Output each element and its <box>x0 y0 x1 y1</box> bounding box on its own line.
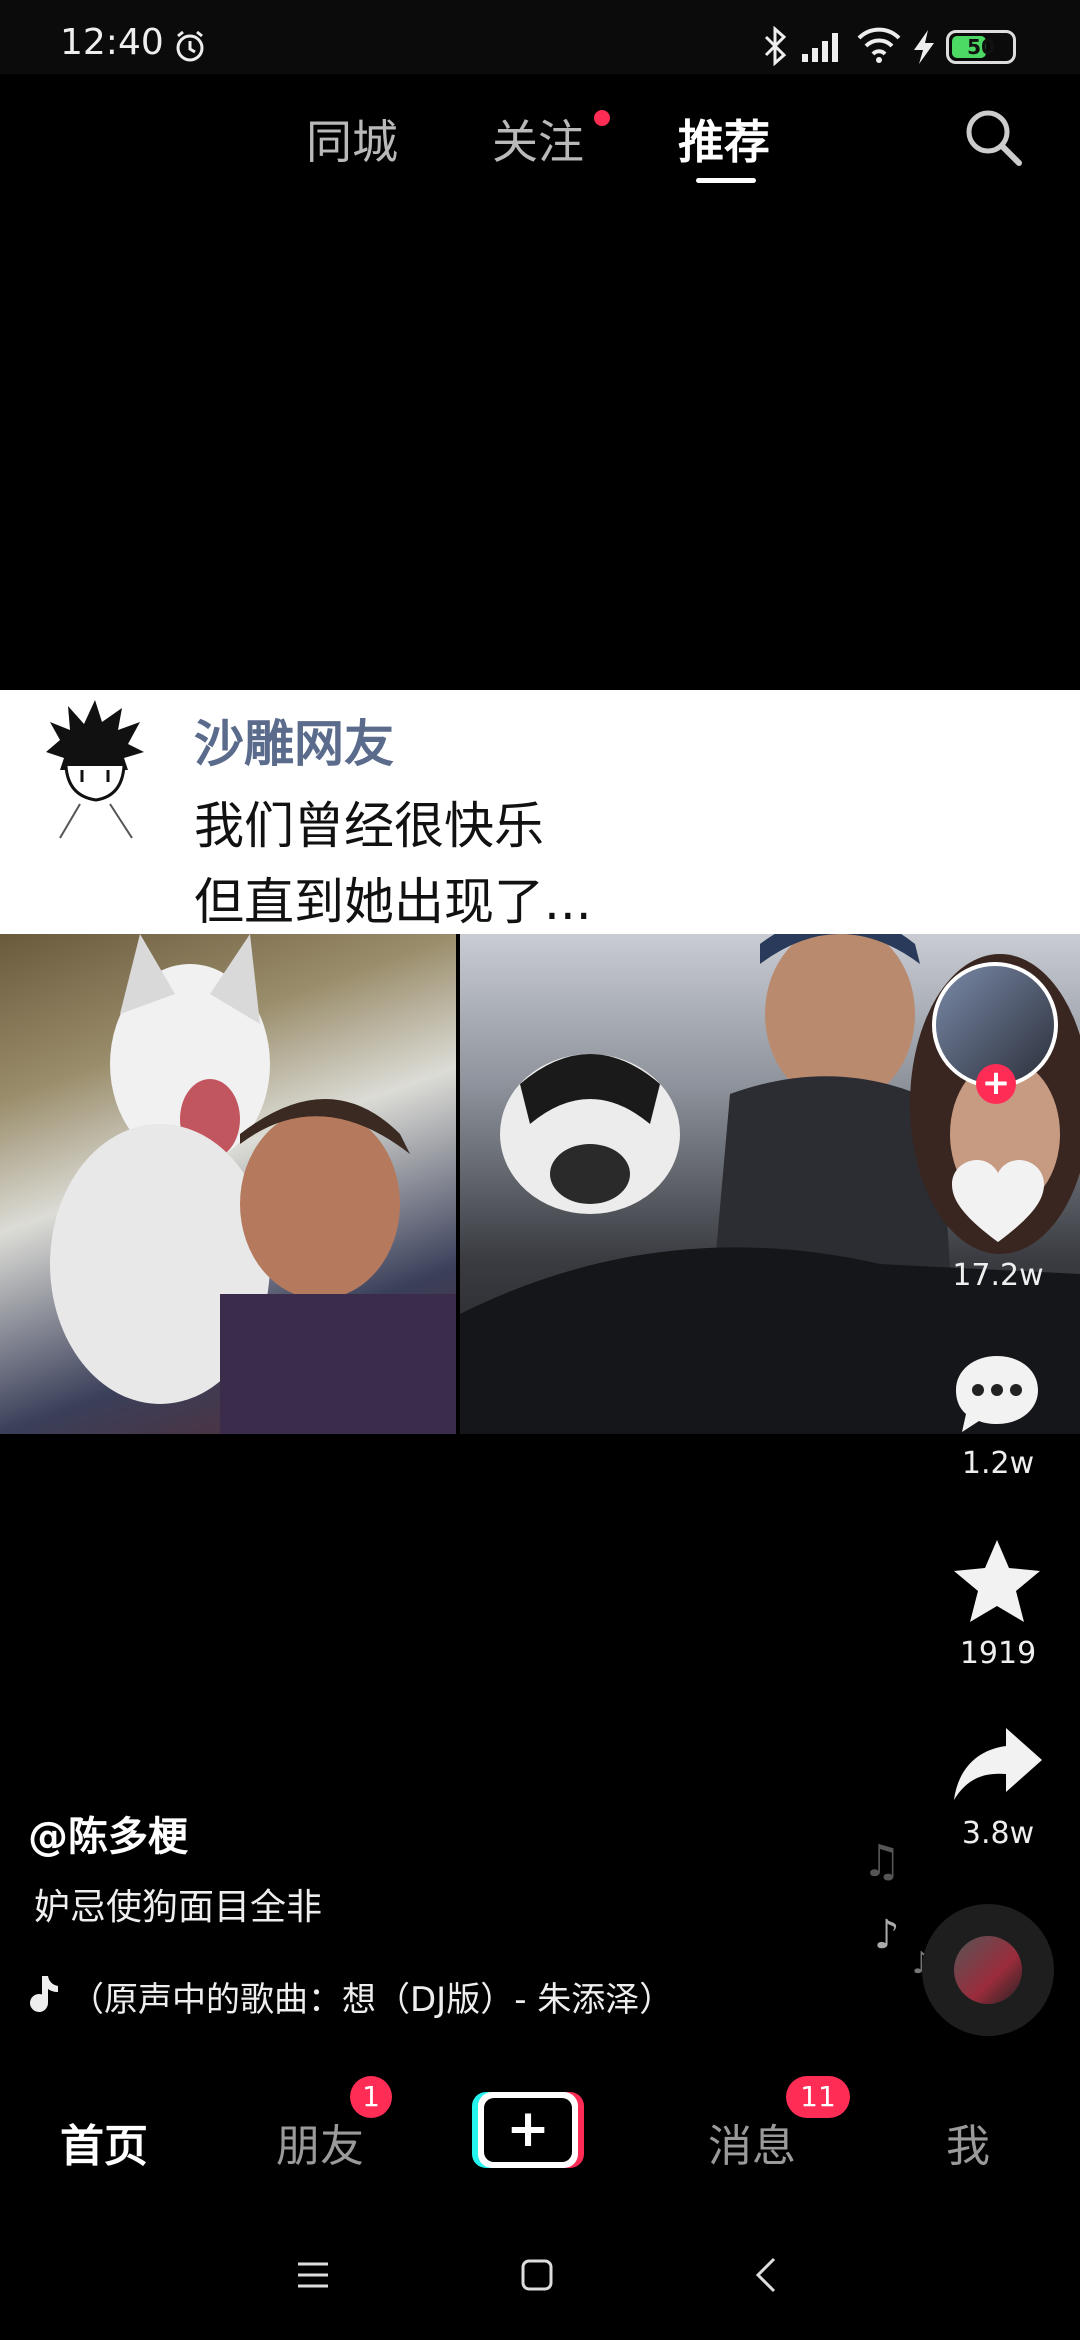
friends-badge: 1 <box>350 2076 392 2118</box>
battery-level: 50 <box>967 35 995 59</box>
status-time: 12:40 <box>60 22 164 63</box>
wifi-icon <box>857 27 901 63</box>
signal-icon <box>802 33 838 62</box>
nav-home[interactable]: 首页 <box>60 2110 148 2174</box>
music-title[interactable]: （原声中的歌曲：想（DJ版）- 朱添泽） <box>70 1972 673 2021</box>
share-icon[interactable] <box>952 1724 1044 1804</box>
alarm-icon <box>176 30 204 62</box>
tab-nearby[interactable]: 同城 <box>306 106 398 172</box>
nav-friends[interactable]: 朋友 <box>276 2110 364 2174</box>
charging-icon <box>914 30 934 64</box>
back-icon[interactable] <box>752 2256 778 2294</box>
following-notification-dot <box>594 110 610 126</box>
create-button[interactable]: + <box>472 2092 584 2168</box>
star-icon[interactable] <box>952 1538 1042 1624</box>
messages-badge: 11 <box>786 2076 850 2118</box>
video-description: 妒忌使狗面目全非 <box>34 1887 323 1928</box>
comment-count: 1.2w <box>961 1446 1035 1481</box>
active-tab-indicator <box>696 178 756 183</box>
floating-note-icon: ♫ <box>862 1836 902 1887</box>
bluetooth-icon <box>764 26 787 66</box>
nav-me[interactable]: 我 <box>946 2110 990 2174</box>
caption-username: 沙雕网友 <box>194 715 394 773</box>
cartoon-avatar-icon <box>46 700 144 839</box>
heart-icon[interactable] <box>950 1158 1046 1246</box>
like-count: 17.2w <box>952 1258 1044 1293</box>
favorite-count: 1919 <box>959 1636 1037 1671</box>
music-disc[interactable] <box>922 1904 1054 2036</box>
tab-recommend[interactable]: 推荐 <box>678 106 770 172</box>
menu-icon[interactable] <box>296 2258 330 2292</box>
battery-indicator: 50 <box>946 30 1016 64</box>
search-icon[interactable] <box>962 106 1024 168</box>
follow-button[interactable]: + <box>976 1064 1016 1104</box>
nav-messages[interactable]: 消息 <box>708 2110 796 2174</box>
plus-icon: + <box>506 2099 550 2159</box>
video-photo-left <box>0 934 456 1434</box>
author-handle[interactable]: @陈多梗 <box>28 1804 188 1862</box>
floating-note-icon: ♪ <box>874 1912 900 1958</box>
caption-text-line2: 但直到她出现了... <box>194 873 592 931</box>
caption-text-line1: 我们曾经很快乐 <box>194 797 544 855</box>
tab-following[interactable]: 关注 <box>492 106 584 172</box>
comment-icon[interactable] <box>952 1352 1042 1436</box>
share-count: 3.8w <box>961 1816 1035 1851</box>
home-icon[interactable] <box>520 2258 554 2292</box>
music-note-icon <box>30 1976 58 2012</box>
